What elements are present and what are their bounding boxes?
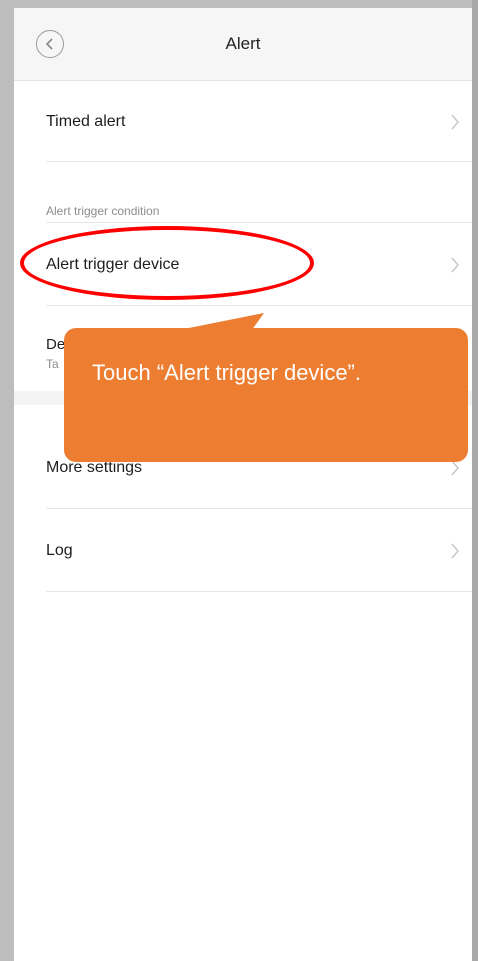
divider bbox=[46, 591, 472, 592]
frame-top bbox=[0, 0, 478, 8]
partial-row-title: De bbox=[46, 336, 66, 353]
log-row[interactable]: Log bbox=[14, 509, 472, 593]
chevron-right-icon bbox=[451, 543, 459, 559]
chevron-right-icon bbox=[451, 114, 459, 130]
chevron-right-icon bbox=[451, 257, 459, 273]
instruction-tooltip: Touch “Alert trigger device”. bbox=[64, 328, 468, 462]
back-arrow-icon bbox=[45, 38, 53, 50]
page-title: Alert bbox=[225, 34, 261, 53]
highlight-ellipse bbox=[20, 226, 314, 300]
timed-alert-row[interactable]: Timed alert bbox=[14, 80, 472, 164]
partial-row-subtitle: Ta bbox=[46, 357, 59, 371]
divider bbox=[46, 161, 472, 162]
tooltip-text: Touch “Alert trigger device”. bbox=[92, 360, 361, 385]
section-label-trigger-condition: Alert trigger condition bbox=[46, 204, 160, 218]
timed-alert-label: Timed alert bbox=[46, 113, 126, 130]
app-screen: Alert Timed alert Alert trigger conditio… bbox=[14, 8, 472, 961]
log-label: Log bbox=[46, 542, 73, 559]
divider bbox=[46, 305, 472, 306]
chevron-right-icon bbox=[451, 460, 459, 476]
back-button[interactable] bbox=[36, 30, 64, 58]
frame-right bbox=[472, 0, 478, 961]
top-bar: Alert bbox=[14, 8, 472, 81]
frame-left bbox=[0, 0, 14, 961]
